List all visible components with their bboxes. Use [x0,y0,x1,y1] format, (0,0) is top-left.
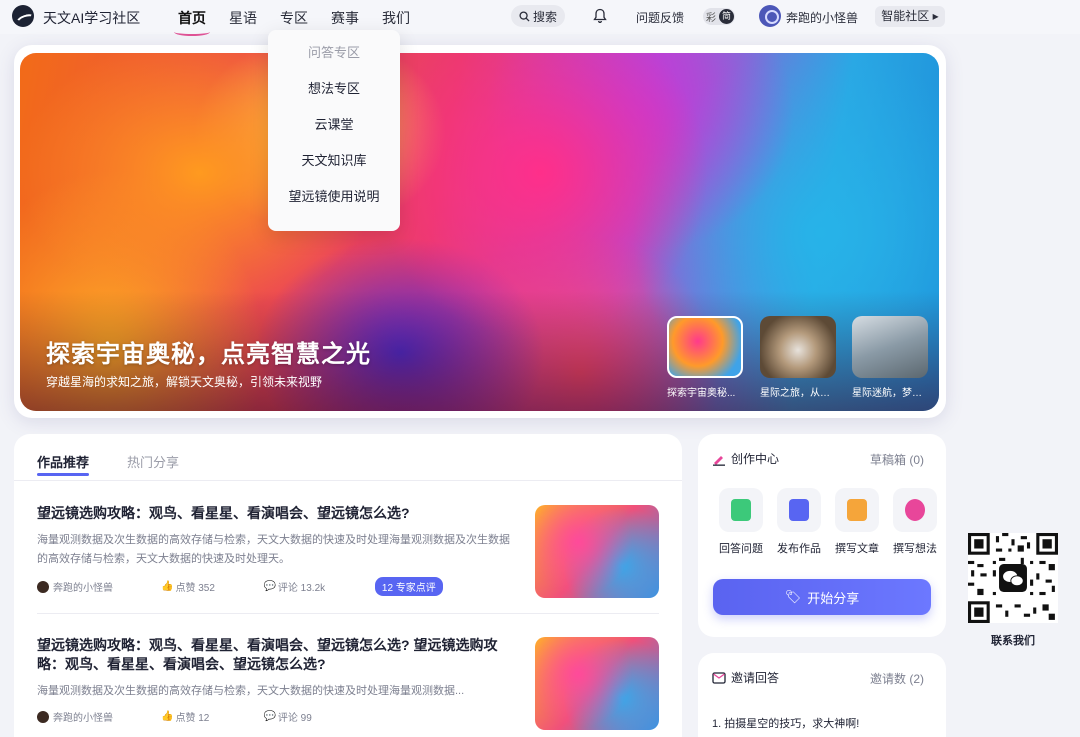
start-share-button[interactable]: 🏷 开始分享 [713,579,931,615]
list-item[interactable]: 望远镜选购攻略：观鸟、看星星、看演唱会、望远镜怎么选? 海量观测数据及次生数据的… [37,504,659,598]
works-card: 作品推荐 热门分享 望远镜选购攻略：观鸟、看星星、看演唱会、望远镜怎么选? 海量… [14,434,682,737]
nav-events[interactable]: 赛事 [331,8,359,28]
nav-about[interactable]: 我们 [382,8,410,28]
hero-thumb-1[interactable] [667,316,743,378]
search-icon [519,10,530,22]
tab-hot-shares[interactable]: 热门分享 [127,452,179,471]
divider [37,613,659,614]
item-likes[interactable]: 点赞 12 [175,709,263,724]
top-navbar: 天文AI学习社区 首页 星语 专区 赛事 我们 搜索 问题反馈 彩 简 奔跑的小… [0,0,1080,36]
main-nav: 首页 星语 专区 赛事 我们 [174,8,433,36]
divider [14,480,682,481]
zones-dropdown-menu: 问答专区 想法专区 云课堂 天文知识库 望远镜使用说明 [268,30,400,231]
article-icon [835,488,879,532]
item-description: 海量观测数据及次生数据的高效存储与检索，天文大数据的快速及时处理海量观测数据及次… [37,534,510,565]
menu-item-qa[interactable]: 问答专区 [268,35,400,71]
hero-thumb-caption-2: 星际之旅，从心... [760,388,836,399]
drafts-link[interactable]: 草稿箱 (0) [870,451,924,468]
comment-icon: 💬 [263,581,276,592]
brand-logo-icon[interactable] [12,5,34,27]
action-label: 撰写想法 [893,543,937,555]
write-article-button[interactable]: 撰写文章 [828,488,886,556]
idea-icon [893,488,937,532]
hero-thumb-2[interactable] [760,316,836,378]
wechat-qr-code[interactable] [968,533,1058,623]
theme-simple-label: 简 [719,9,734,24]
theme-toggle[interactable]: 彩 简 [703,8,735,25]
item-comments[interactable]: 评论 13.2k [278,579,375,594]
menu-item-telescope-guide[interactable]: 望远镜使用说明 [268,179,400,215]
nav-home[interactable]: 首页 [174,8,210,36]
thumb-up-icon: 👍 [161,711,174,722]
menu-item-knowledge-base[interactable]: 天文知识库 [268,143,400,179]
item-cover-image[interactable] [535,505,659,598]
hero-thumb-caption-1: 探索宇宙奥秘... [667,388,736,399]
invited-question[interactable]: 1. 拍摄星空的技巧，求大神啊! [712,715,859,731]
smart-community-label: 智能社区 [881,9,930,23]
hero-subtitle: 穿越星海的求知之旅，解锁天文奥秘，引领未来视野 [46,375,323,389]
invite-header: 邀请回答 [712,669,779,686]
nav-zones[interactable]: 专区 [280,8,308,28]
comment-icon: 💬 [263,711,276,722]
feedback-link[interactable]: 问题反馈 [636,9,684,26]
caret-right-icon: ▸ [932,9,939,23]
tab-recommended[interactable]: 作品推荐 [37,452,90,476]
theme-colorful-label: 彩 [706,13,716,24]
item-comments[interactable]: 评论 99 [278,709,375,724]
search-label: 搜索 [532,9,557,24]
avatar [37,580,49,593]
avatar[interactable] [759,5,781,27]
works-tabs: 作品推荐 热门分享 [37,452,217,476]
contact-us-label: 联系我们 [991,635,1035,647]
item-description: 海量观测数据及次生数据的高效存储与检索，天文大数据的快速及时处理海量观测数据..… [37,685,465,697]
hero-title: 探索宇宙奥秘，点亮智慧之光 [46,341,371,368]
expert-review-badge[interactable]: 12 专家点评 [374,577,443,596]
pen-icon [713,455,725,466]
bell-icon[interactable] [593,8,607,24]
item-author[interactable]: 奔跑的小怪兽 [53,579,161,594]
action-label: 撰写文章 [835,543,879,555]
invite-answer-card: 邀请回答 邀请数 (2) 1. 拍摄星空的技巧，求大神啊! ✎ 回答 [698,653,946,737]
action-label: 回答问题 [719,543,763,555]
write-idea-button[interactable]: 撰写想法 [886,488,944,556]
hero-thumb-3[interactable] [852,316,928,378]
action-label: 发布作品 [777,543,821,555]
item-likes[interactable]: 点赞 352 [175,579,263,594]
menu-item-cloud-class[interactable]: 云课堂 [268,107,400,143]
item-cover-image[interactable] [535,637,659,730]
answer-icon [719,488,763,532]
publish-work-button[interactable]: 发布作品 [770,488,828,556]
invite-count: 邀请数 (2) [869,672,924,686]
brand-name[interactable]: 天文AI学习社区 [43,8,140,28]
user-name[interactable]: 奔跑的小怪兽 [786,9,858,26]
item-author[interactable]: 奔跑的小怪兽 [53,709,161,724]
publish-icon [777,488,821,532]
search-button[interactable]: 搜索 [511,5,565,27]
start-share-label: 开始分享 [807,590,860,606]
nav-xingyu[interactable]: 星语 [229,8,257,28]
invite-title: 邀请回答 [731,671,780,685]
creation-center-header: 创作中心 [712,450,779,467]
list-item[interactable]: 望远镜选购攻略：观鸟、看星星、看演唱会、望远镜怎么选? 望远镜选购攻略：观鸟、看… [37,636,659,730]
answer-question-button[interactable]: 回答问题 [712,488,770,556]
tag-icon: 🏷 [784,589,802,604]
hero-banner[interactable]: 探索宇宙奥秘，点亮智慧之光 穿越星海的求知之旅，解锁天文奥秘，引领未来视野 探索… [20,53,939,411]
avatar [37,710,49,723]
item-title[interactable]: 望远镜选购攻略：观鸟、看星星、看演唱会、望远镜怎么选? 望远镜选购攻略：观鸟、看… [37,636,512,674]
creation-center-card: 创作中心 草稿箱 (0) 回答问题 发布作品 撰写文章 撰写想法 🏷 开始分享 [698,434,946,637]
creation-center-title: 创作中心 [731,452,780,466]
smart-community-button[interactable]: 智能社区 ▸ [875,6,945,27]
mail-icon [712,671,726,684]
hero-thumb-caption-3: 星际迷航，梦想... [852,388,928,399]
item-title[interactable]: 望远镜选购攻略：观鸟、看星星、看演唱会、望远镜怎么选? [37,504,512,523]
creation-actions: 回答问题 发布作品 撰写文章 撰写想法 [712,488,944,556]
menu-item-ideas[interactable]: 想法专区 [268,71,400,107]
thumb-up-icon: 👍 [161,581,174,592]
